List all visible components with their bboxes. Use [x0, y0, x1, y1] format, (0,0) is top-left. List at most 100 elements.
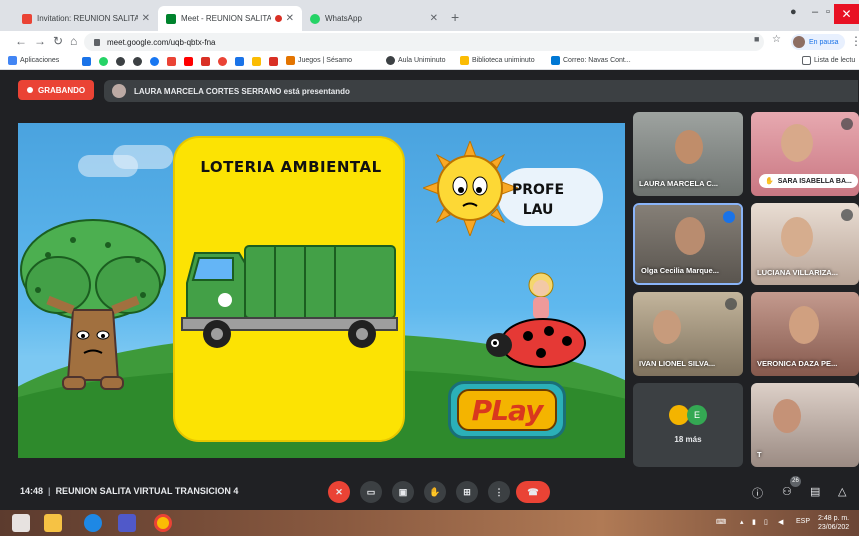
meet-icon	[166, 13, 176, 24]
tray-arrow-icon[interactable]: ▴	[740, 518, 744, 526]
mic-off-icon	[725, 298, 737, 310]
avatar	[112, 84, 126, 98]
more-options-button[interactable]: ⋮	[488, 481, 510, 503]
new-tab-button[interactable]: +	[451, 9, 459, 25]
gmail-icon	[22, 13, 32, 24]
play-button[interactable]: PLay	[448, 381, 566, 439]
chat-icon[interactable]: ▤	[810, 485, 820, 498]
mic-off-icon	[841, 209, 853, 221]
windows-start-icon[interactable]	[12, 514, 30, 532]
hand-icon: ✋	[765, 178, 774, 185]
whatsapp-icon[interactable]	[99, 57, 108, 66]
network-icon[interactable]: ▮	[752, 518, 756, 526]
participant-name: VERONICA DAZA PE...	[757, 359, 838, 368]
bookmark-icon[interactable]	[218, 57, 227, 66]
address-bar[interactable]: meet.google.com/uqb-qbtx-fna	[84, 33, 764, 51]
meeting-name: REUNION SALITA VIRTUAL TRANSICION 4	[55, 486, 239, 496]
participant-figure	[675, 217, 705, 255]
participant-tile[interactable]: T	[751, 383, 859, 467]
captions-button[interactable]: ▣	[392, 481, 414, 503]
taskbar-clock[interactable]: 2:48 p. m. 23/06/202	[818, 514, 849, 532]
more-participants-label: 18 más	[674, 435, 702, 444]
presenting-text: LAURA MARCELA CORTES SERRANO está presen…	[134, 86, 350, 96]
camera-button[interactable]: ▭	[360, 481, 382, 503]
tab-whatsapp[interactable]: WhatsApp ✕	[302, 6, 446, 31]
mic-off-button[interactable]: ✕	[328, 481, 350, 503]
bookmarks-bar: Aplicaciones Juegos | Sésamo Aula Unimin…	[0, 53, 859, 70]
present-button[interactable]: ⊞	[456, 481, 478, 503]
bookmark-icon[interactable]	[167, 57, 176, 66]
activities-icon[interactable]: △	[838, 485, 846, 498]
captions-icon: ▣	[398, 486, 408, 497]
youtube-icon[interactable]	[184, 57, 193, 66]
bookmark-juegos[interactable]: Juegos | Sésamo	[286, 56, 352, 65]
bookmark-icon[interactable]	[133, 57, 142, 66]
keyboard-icon[interactable]: ⌨	[716, 518, 726, 526]
bookmark-biblioteca[interactable]: Biblioteca uniminuto	[460, 56, 535, 65]
chrome-icon[interactable]	[154, 514, 172, 532]
bookmark-icon[interactable]	[201, 57, 210, 66]
avatar	[793, 36, 805, 48]
minimize-icon[interactable]: –	[812, 6, 818, 18]
window-close-button[interactable]: ✕	[834, 4, 859, 24]
loteria-card: LOTERIA AMBIENTAL	[173, 136, 405, 442]
battery-icon[interactable]: ▯	[764, 518, 768, 526]
bookmark-icon[interactable]	[116, 57, 125, 66]
meet-bottom-bar: 14:48 | REUNION SALITA VIRTUAL TRANSICION …	[0, 473, 859, 510]
tab-meet[interactable]: Meet - REUNION SALITA VII ✕	[158, 6, 302, 31]
profile-button[interactable]: En pausa	[791, 34, 845, 50]
home-icon[interactable]: ⌂	[70, 34, 77, 48]
mic-off-icon: ✕	[335, 486, 343, 497]
close-icon[interactable]: ✕	[430, 13, 438, 24]
bookmark-icon[interactable]	[82, 57, 91, 66]
bookmark-icon[interactable]	[252, 57, 261, 66]
info-icon[interactable]: ⓘ	[752, 485, 763, 501]
participant-tile[interactable]: VERONICA DAZA PE...	[751, 292, 859, 376]
browser-toolbar: ← → ↻ ⌂ meet.google.com/uqb-qbtx-fna ■ ☆…	[0, 31, 859, 53]
facebook-icon[interactable]	[150, 57, 159, 66]
meeting-time: 14:48	[20, 486, 44, 496]
meet-area: GRABANDO LAURA MARCELA CORTES SERRANO es…	[0, 70, 859, 510]
camera-icon[interactable]: ■	[754, 34, 759, 44]
participant-tile[interactable]: Olga Cecilia Marque...	[633, 203, 743, 285]
people-icon[interactable]: ⚇	[782, 485, 792, 498]
slide-title: LOTERIA AMBIENTAL	[200, 158, 382, 176]
taskbar: ⌨ ▴ ▮ ▯ ◀ ESP 2:48 p. m. 23/06/202	[0, 510, 859, 536]
participant-tile[interactable]: ✋ SARA ISABELLA BA...	[751, 112, 859, 196]
participant-tile[interactable]: LAURA MARCELA C...	[633, 112, 743, 196]
close-icon[interactable]: ✕	[286, 13, 294, 24]
raise-hand-button[interactable]: ✋	[424, 481, 446, 503]
recording-button[interactable]: GRABANDO	[18, 80, 95, 100]
participant-tile[interactable]: IVAN LIONEL SILVA...	[633, 292, 743, 376]
participant-figure	[653, 310, 681, 344]
tab-invitation[interactable]: Invitation: REUNION SALITA VIF ✕	[14, 6, 158, 31]
volume-icon[interactable]: ◀	[778, 518, 783, 526]
teams-icon[interactable]	[118, 514, 136, 532]
profile-dot-icon[interactable]: ●	[790, 6, 797, 18]
back-icon[interactable]: ←	[15, 34, 27, 48]
star-icon[interactable]: ☆	[772, 34, 781, 45]
menu-icon[interactable]: ⋮	[850, 34, 859, 48]
close-icon[interactable]: ✕	[142, 13, 150, 24]
garbage-truck-icon	[181, 245, 398, 348]
leave-call-button[interactable]: ☎	[516, 481, 550, 503]
participant-name-pill: ✋ SARA ISABELLA BA...	[759, 174, 858, 188]
hangup-icon: ☎	[527, 486, 539, 497]
participant-tile[interactable]: LUCIANA VILLARIZA...	[751, 203, 859, 285]
bookmark-correo[interactable]: Correo: Navas Cont...	[551, 56, 631, 65]
forward-icon[interactable]: →	[34, 34, 46, 48]
bookmark-reading-list[interactable]: Lista de lectu	[802, 56, 855, 65]
internet-explorer-icon[interactable]	[84, 514, 102, 532]
bookmark-icon[interactable]	[235, 57, 244, 66]
file-explorer-icon[interactable]	[44, 514, 62, 532]
more-participants-tile[interactable]: E 18 más	[633, 383, 743, 467]
participant-figure	[781, 124, 813, 162]
profe-lau-label: PROFE LAU	[512, 182, 565, 218]
reload-icon[interactable]: ↻	[53, 34, 63, 48]
maximize-icon[interactable]: ▫	[826, 6, 830, 18]
language-indicator[interactable]: ESP	[796, 518, 810, 525]
bookmark-icon[interactable]	[269, 57, 278, 66]
bookmark-aula[interactable]: Aula Uniminuto	[386, 56, 445, 65]
bookmark-apps[interactable]: Aplicaciones	[8, 56, 59, 65]
tab-title: WhatsApp	[325, 14, 362, 23]
